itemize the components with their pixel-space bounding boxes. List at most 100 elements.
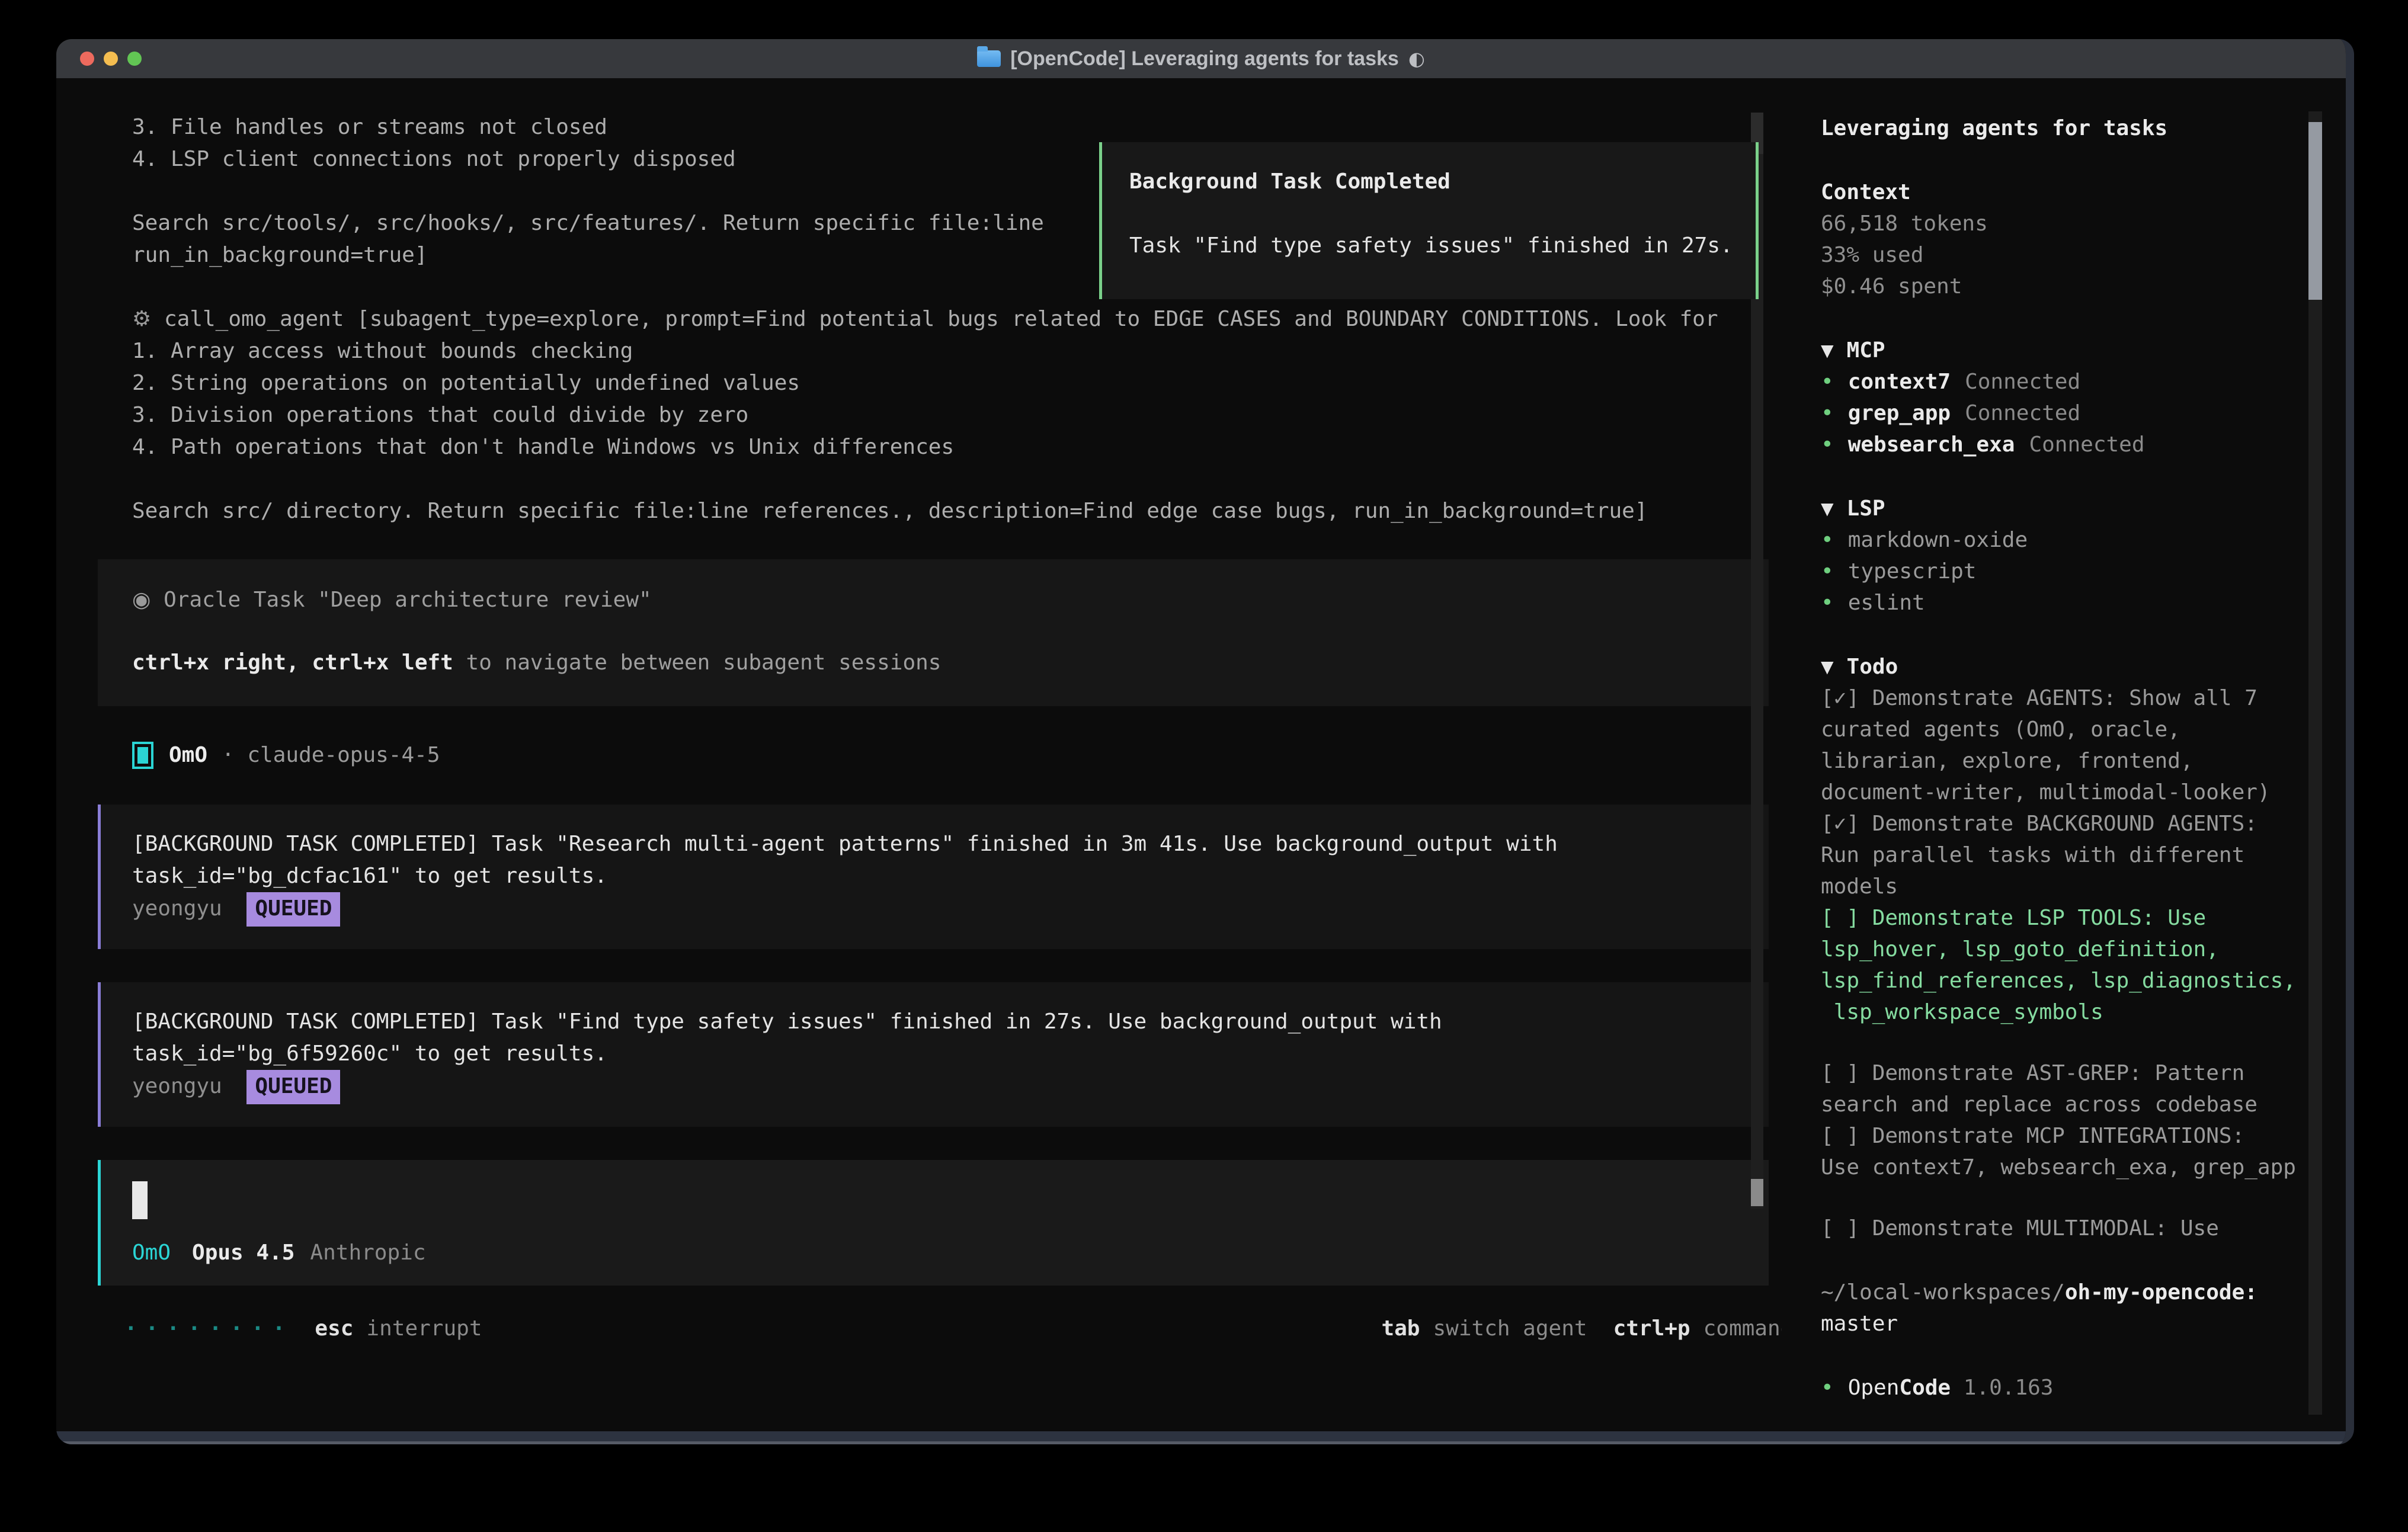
agent-model: · claude-opus-4-5 xyxy=(222,739,440,771)
window-title-area: [OpenCode] Leveraging agents for tasks ◐ xyxy=(56,39,2346,78)
scrollback-line: 3. File handles or streams not closed xyxy=(132,111,1782,143)
todo-line: [ ] Demonstrate MCP INTEGRATIONS: xyxy=(1821,1120,2346,1152)
todo-line: [✓] Demonstrate AGENTS: Show all 7 xyxy=(1821,682,2346,714)
oracle-navigation-hint: ctrl+x right, ctrl+x left to navigate be… xyxy=(132,647,1769,679)
agent-session-header: OmO · claude-opus-4-5 xyxy=(132,739,1782,771)
mcp-item: •context7Connected xyxy=(1821,366,2346,398)
workspace-branch: master xyxy=(1821,1308,2346,1339)
gear-icon: ⚙ xyxy=(132,307,151,331)
lsp-section: ▼LSP •markdown-oxide •typescript •eslint xyxy=(1821,493,2346,618)
context-used: 33% used xyxy=(1821,239,2346,271)
workspace-section: ~/local-workspaces/oh-my-opencode: maste… xyxy=(1821,1277,2346,1339)
queued-status-badge: QUEUED xyxy=(246,892,340,927)
background-task-message: [BACKGROUND TASK COMPLETED] Task "Find t… xyxy=(98,982,1769,1127)
titlebar: [OpenCode] Leveraging agents for tasks ◐ xyxy=(56,39,2346,78)
task-message-line: [BACKGROUND TASK COMPLETED] Task "Resear… xyxy=(132,828,1769,860)
tool-call-footer: Search src/ directory. Return specific f… xyxy=(132,495,1782,527)
workspace-path: ~/local-workspaces/oh-my-opencode: xyxy=(1821,1277,2346,1308)
task-user: yeongyu xyxy=(132,896,222,921)
opencode-window: [OpenCode] Leveraging agents for tasks ◐… xyxy=(56,39,2354,1444)
chevron-down-icon: ▼ xyxy=(1821,651,1834,682)
notification-body: Task "Find type safety issues" finished … xyxy=(1129,230,1756,262)
terminal-main-pane[interactable]: Background Task Completed Task "Find typ… xyxy=(56,78,1782,1431)
todo-line-active: lsp_find_references, lsp_diagnostics, xyxy=(1821,965,2346,996)
todo-section-header[interactable]: ▼Todo xyxy=(1821,651,2346,682)
todo-line-active: [ ] Demonstrate LSP TOOLS: Use xyxy=(1821,902,2346,934)
todo-line: librarian, explore, frontend, xyxy=(1821,745,2346,777)
todo-line: models xyxy=(1821,871,2346,902)
context-tokens: 66,518 tokens xyxy=(1821,208,2346,239)
chevron-down-icon: ▼ xyxy=(1821,493,1834,524)
mcp-item: •websearch_exaConnected xyxy=(1821,429,2346,460)
tool-call-item: 2. String operations on potentially unde… xyxy=(132,367,1782,399)
input-agent-name: OmO xyxy=(132,1237,171,1269)
esc-key-label: interrupt xyxy=(366,1313,482,1345)
input-model-provider: Anthropic xyxy=(310,1237,425,1269)
hint-keys: ctrl+x right, ctrl+x left xyxy=(132,650,453,675)
main-scrollbar-thumb[interactable] xyxy=(1751,1179,1763,1206)
todo-line-active: lsp_workspace_symbols xyxy=(1821,996,2346,1028)
notification-title: Background Task Completed xyxy=(1129,166,1756,198)
mcp-section: ▼MCP •context7Connected •grep_appConnect… xyxy=(1821,335,2346,460)
todo-line: [✓] Demonstrate BACKGROUND AGENTS: xyxy=(1821,808,2346,839)
oracle-task-box: ◉ Oracle Task "Deep architecture review"… xyxy=(98,559,1769,706)
agent-name: OmO xyxy=(169,739,207,771)
todo-line: document-writer, multimodal-looker) xyxy=(1821,777,2346,808)
window-title: [OpenCode] Leveraging agents for tasks xyxy=(1010,47,1399,70)
todo-section: ▼Todo [✓] Demonstrate AGENTS: Show all 7… xyxy=(1821,651,2346,1244)
tool-call-header: ⚙ call_omo_agent [subagent_type=explore,… xyxy=(132,303,1782,335)
ctrlp-key-hint: ctrl+p xyxy=(1613,1313,1690,1345)
sidebar-scrollbar[interactable] xyxy=(2308,111,2322,1415)
task-message-line: task_id="bg_dcfac161" to get results. xyxy=(132,860,1769,892)
todo-line: search and replace across codebase xyxy=(1821,1089,2346,1120)
input-model-name: Opus 4.5 xyxy=(192,1237,294,1269)
tool-call-item: 3. Division operations that could divide… xyxy=(132,399,1782,431)
tool-call-item: 4. Path operations that don't handle Win… xyxy=(132,431,1782,463)
folder-icon xyxy=(977,50,1001,67)
session-sidebar: Leveraging agents for tasks Context 66,5… xyxy=(1782,78,2346,1431)
context-spent: $0.46 spent xyxy=(1821,271,2346,302)
opencode-version: •OpenCode 1.0.163 xyxy=(1821,1372,2346,1403)
todo-line: curated agents (OmO, oracle, xyxy=(1821,714,2346,745)
todo-line: Use context7, websearch_exa, grep_app xyxy=(1821,1152,2346,1183)
sidebar-scrollbar-thumb[interactable] xyxy=(2308,122,2322,300)
tab-key-label: switch agent xyxy=(1433,1313,1587,1345)
task-message-line: [BACKGROUND TASK COMPLETED] Task "Find t… xyxy=(132,1006,1769,1038)
lsp-item: •eslint xyxy=(1821,587,2346,618)
task-user: yeongyu xyxy=(132,1074,222,1098)
bullet-icon: • xyxy=(1821,1372,1834,1403)
chevron-down-icon: ▼ xyxy=(1821,335,1834,366)
todo-line: [ ] Demonstrate MULTIMODAL: Use xyxy=(1821,1213,2346,1244)
todo-line: [ ] Demonstrate AST-GREP: Pattern xyxy=(1821,1057,2346,1089)
session-title: Leveraging agents for tasks xyxy=(1821,113,2346,144)
bullet-icon: • xyxy=(1821,524,1834,556)
context-section: Context 66,518 tokens 33% used $0.46 spe… xyxy=(1821,177,2346,302)
ctrlp-key-label: commands xyxy=(1703,1313,1782,1345)
mcp-item: •grep_appConnected xyxy=(1821,398,2346,429)
bullet-icon: • xyxy=(1821,556,1834,587)
lsp-section-header[interactable]: ▼LSP xyxy=(1821,493,2346,524)
bullet-icon: • xyxy=(1821,398,1834,429)
text-cursor xyxy=(132,1181,148,1219)
todo-line: Run parallel tasks with different xyxy=(1821,839,2346,871)
bullet-icon: • xyxy=(1821,366,1834,398)
background-task-notification: Background Task Completed Task "Find typ… xyxy=(1099,142,1759,299)
task-message-line: task_id="bg_6f59260c" to get results. xyxy=(132,1038,1769,1070)
tab-key-hint: tab xyxy=(1381,1313,1420,1345)
spinner-dots-icon: ········ xyxy=(124,1313,293,1345)
status-bar: ········ esc interrupt tab switch agent … xyxy=(124,1313,1782,1345)
activity-indicator-icon: ◐ xyxy=(1408,47,1425,70)
lsp-item: •typescript xyxy=(1821,556,2346,587)
mcp-section-header[interactable]: ▼MCP xyxy=(1821,335,2346,366)
window-bottom-edge xyxy=(56,1431,2346,1444)
lsp-item: •markdown-oxide xyxy=(1821,524,2346,556)
tool-call-item: 1. Array access without bounds checking xyxy=(132,335,1782,367)
esc-key-hint: esc xyxy=(315,1313,353,1345)
oracle-task-label: ◉ Oracle Task "Deep architecture review" xyxy=(132,584,1769,616)
todo-line-active: lsp_hover, lsp_goto_definition, xyxy=(1821,934,2346,965)
agent-marker-icon xyxy=(132,742,153,769)
input-model-info: OmO Opus 4.5 Anthropic xyxy=(132,1237,426,1269)
bullet-icon: • xyxy=(1821,429,1834,460)
prompt-input[interactable]: OmO Opus 4.5 Anthropic xyxy=(98,1160,1769,1286)
context-header: Context xyxy=(1821,177,2346,208)
